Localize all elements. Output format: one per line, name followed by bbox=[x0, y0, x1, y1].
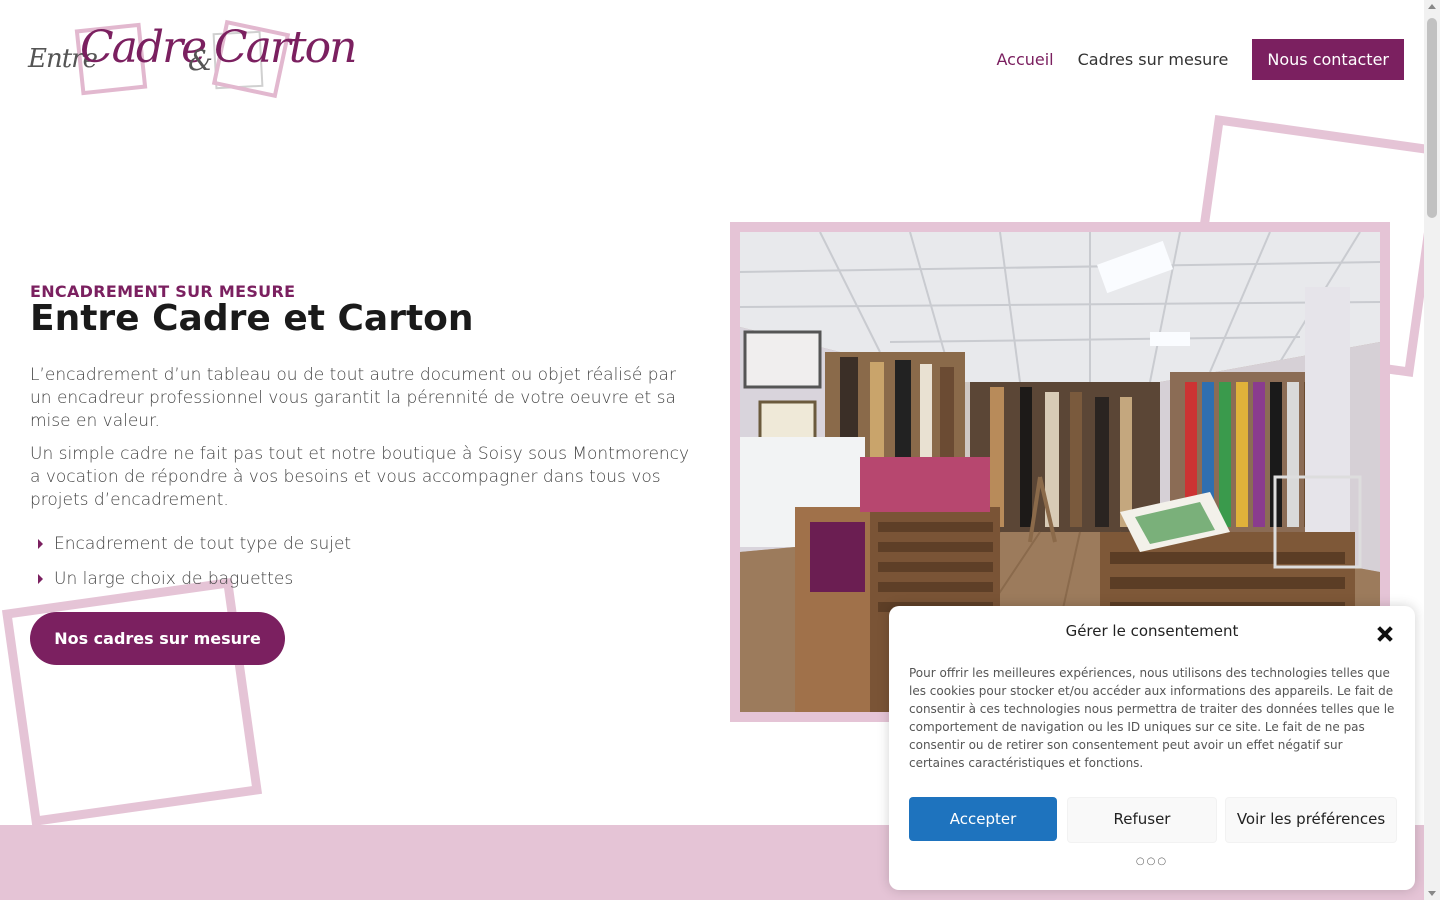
page-title: Entre Cadre et Carton bbox=[30, 298, 474, 339]
view-preferences-button[interactable]: Voir les préférences bbox=[1225, 797, 1397, 843]
close-icon[interactable] bbox=[1375, 624, 1395, 644]
caret-right-icon bbox=[38, 538, 43, 549]
custom-frames-button[interactable]: Nos cadres sur mesure bbox=[30, 612, 285, 665]
caret-right-icon bbox=[38, 573, 43, 584]
hero-paragraph: Un simple cadre ne fait pas tout et notr… bbox=[30, 444, 690, 510]
consent-text: Pour offrir les meilleures expériences, … bbox=[909, 666, 1395, 770]
hero-paragraph: L’encadrement d’un tableau ou de tout au… bbox=[30, 365, 676, 431]
nav-link-accueil[interactable]: Accueil bbox=[996, 39, 1053, 80]
nav-contact-button[interactable]: Nous contacter bbox=[1252, 39, 1404, 80]
accept-button[interactable]: Accepter bbox=[909, 797, 1057, 841]
scroll-down-icon[interactable] bbox=[1428, 891, 1436, 896]
logo-word: & bbox=[188, 44, 213, 77]
list-item-label: Encadrement de tout type de sujet bbox=[54, 533, 352, 554]
refuse-button[interactable]: Refuser bbox=[1067, 797, 1217, 843]
feature-list: Encadrement de tout type de sujet Un lar… bbox=[38, 526, 351, 596]
consent-title: Gérer le consentement bbox=[1065, 622, 1239, 640]
main-nav: Accueil Cadres sur mesure Nous contacter bbox=[996, 39, 1404, 80]
list-item: Un large choix de baguettes bbox=[38, 561, 351, 596]
scrollbar-thumb[interactable] bbox=[1427, 18, 1437, 218]
logo-word: Carton bbox=[214, 22, 357, 73]
logo-word: Cadre bbox=[80, 22, 207, 73]
list-item-label: Un large choix de baguettes bbox=[54, 568, 294, 589]
cookie-consent-dialog: Gérer le consentement Pour offrir les me… bbox=[889, 606, 1415, 890]
page-scrollbar[interactable] bbox=[1424, 0, 1440, 900]
nav-link-cadres-sur-mesure[interactable]: Cadres sur mesure bbox=[1078, 39, 1229, 80]
scroll-up-icon[interactable] bbox=[1428, 4, 1436, 9]
list-item: Encadrement de tout type de sujet bbox=[38, 526, 351, 561]
more-options-icon[interactable]: ○○○ bbox=[889, 856, 1415, 867]
site-logo[interactable]: Entre Cadre & Carton bbox=[28, 19, 357, 100]
